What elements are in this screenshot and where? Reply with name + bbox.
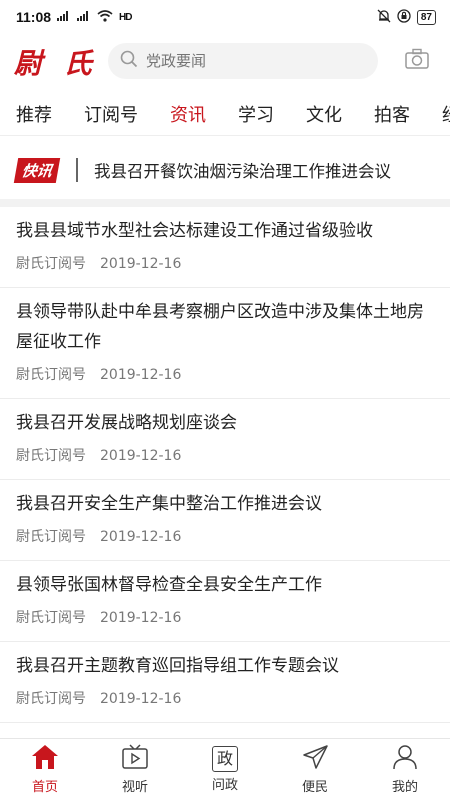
- article-title[interactable]: 我县县域节水型社会达标建设工作通过省级验收: [16, 213, 434, 246]
- flash-divider: [76, 158, 79, 182]
- flash-news-bar[interactable]: 快讯 我县召开餐饮油烟污染治理工作推进会议: [0, 146, 450, 194]
- article-date: 2019-12-16: [100, 367, 182, 383]
- bottom-nav: 首页 视听 政 问政 便民 我的: [0, 738, 450, 800]
- tv-icon: [121, 744, 149, 774]
- article-date: 2019-12-16: [100, 448, 182, 464]
- article-date: 2019-12-16: [100, 610, 182, 626]
- article-source: 尉氏订阅号: [16, 610, 86, 626]
- tab-culture[interactable]: 文化: [306, 101, 342, 127]
- status-right: 87: [377, 8, 436, 26]
- article-list: 我县县域节水型社会达标建设工作通过省级验收 尉氏订阅号 2019-12-16 县领…: [0, 207, 450, 723]
- flash-headline[interactable]: 我县召开餐饮油烟污染治理工作推进会议: [94, 158, 391, 182]
- nav-profile[interactable]: 我的: [370, 744, 440, 795]
- status-left: 11:08 HD: [16, 9, 133, 25]
- article-meta: 尉氏订阅号 2019-12-16: [16, 246, 434, 287]
- tab-recommend[interactable]: 推荐: [16, 101, 52, 127]
- article-source: 尉氏订阅号: [16, 529, 86, 545]
- section-divider: [0, 199, 450, 207]
- category-tabs: 推荐 订阅号 资讯 学习 文化 拍客 经济: [0, 92, 450, 136]
- article-title[interactable]: 县领导带队赴中牟县考察棚户区改造中涉及集体土地房屋征收工作: [16, 294, 434, 357]
- article-meta: 尉氏订阅号 2019-12-16: [16, 681, 434, 722]
- tab-subscriptions[interactable]: 订阅号: [84, 101, 138, 127]
- signal-icon: [57, 10, 71, 24]
- article-title[interactable]: 县领导张国林督导检查全县安全生产工作: [16, 567, 434, 600]
- list-item[interactable]: 县领导带队赴中牟县考察棚户区改造中涉及集体土地房屋征收工作 尉氏订阅号 2019-…: [0, 288, 450, 399]
- person-icon: [391, 744, 419, 774]
- lock-rotation-icon: [397, 8, 411, 26]
- article-meta: 尉氏订阅号 2019-12-16: [16, 438, 434, 479]
- article-source: 尉氏订阅号: [16, 367, 86, 383]
- article-source: 尉氏订阅号: [16, 448, 86, 464]
- list-item[interactable]: 我县召开发展战略规划座谈会 尉氏订阅号 2019-12-16: [0, 399, 450, 480]
- camera-icon[interactable]: [405, 48, 429, 74]
- article-title[interactable]: 我县召开主题教育巡回指导组工作专题会议: [16, 648, 434, 681]
- article-source: 尉氏订阅号: [16, 256, 86, 272]
- nav-label: 首页: [31, 780, 58, 795]
- nav-services[interactable]: 便民: [280, 744, 350, 795]
- tab-economy[interactable]: 经济: [442, 101, 450, 127]
- nav-media[interactable]: 视听: [100, 744, 170, 795]
- send-icon: [301, 744, 329, 774]
- bell-off-icon: [377, 9, 391, 26]
- article-title[interactable]: 我县召开发展战略规划座谈会: [16, 405, 434, 438]
- nav-label: 便民: [301, 780, 328, 795]
- article-date: 2019-12-16: [100, 529, 182, 545]
- nav-label: 我的: [391, 780, 418, 795]
- app-header: 尉 氏: [0, 34, 450, 88]
- list-item[interactable]: 我县县域节水型社会达标建设工作通过省级验收 尉氏订阅号 2019-12-16: [0, 207, 450, 288]
- network-label: HD: [119, 11, 132, 23]
- signal-icon-2: [77, 10, 91, 24]
- nav-inquiry[interactable]: 政 问政: [190, 746, 260, 793]
- nav-label: 问政: [211, 778, 238, 793]
- tab-study[interactable]: 学习: [238, 101, 274, 127]
- wifi-icon: [97, 9, 113, 25]
- battery-indicator: 87: [416, 9, 436, 25]
- list-item[interactable]: 我县召开主题教育巡回指导组工作专题会议 尉氏订阅号 2019-12-16: [0, 642, 450, 723]
- app-logo: 尉 氏: [14, 47, 98, 80]
- article-date: 2019-12-16: [100, 256, 182, 272]
- nav-label: 视听: [121, 780, 148, 795]
- home-icon: [31, 744, 59, 774]
- article-meta: 尉氏订阅号 2019-12-16: [16, 519, 434, 560]
- article-date: 2019-12-16: [100, 691, 182, 707]
- article-title[interactable]: 我县召开安全生产集中整治工作推进会议: [16, 486, 434, 519]
- search-bar[interactable]: [108, 43, 378, 79]
- status-bar: 11:08 HD 87: [0, 0, 450, 34]
- tab-news[interactable]: 资讯: [170, 101, 206, 127]
- list-item[interactable]: 我县召开安全生产集中整治工作推进会议 尉氏订阅号 2019-12-16: [0, 480, 450, 561]
- search-input[interactable]: [146, 52, 346, 70]
- list-item[interactable]: 县领导张国林督导检查全县安全生产工作 尉氏订阅号 2019-12-16: [0, 561, 450, 642]
- status-time: 11:08: [16, 9, 52, 25]
- article-source: 尉氏订阅号: [16, 691, 86, 707]
- search-icon: [120, 50, 146, 72]
- flash-badge: 快讯: [13, 157, 61, 183]
- nav-home[interactable]: 首页: [10, 744, 80, 795]
- article-meta: 尉氏订阅号 2019-12-16: [16, 357, 434, 398]
- zheng-icon: 政: [212, 746, 238, 772]
- tab-snapshot[interactable]: 拍客: [374, 101, 410, 127]
- article-meta: 尉氏订阅号 2019-12-16: [16, 600, 434, 641]
